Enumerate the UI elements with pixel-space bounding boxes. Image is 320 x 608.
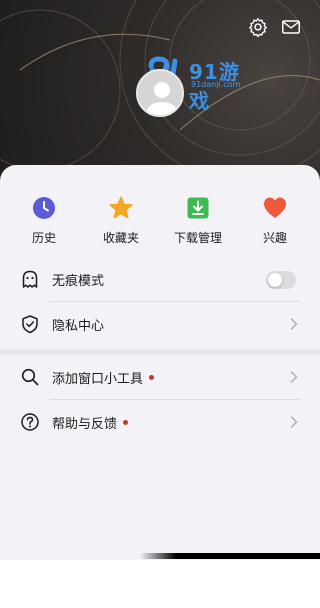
quick-downloads[interactable]: 下载管理 [163, 191, 233, 246]
help-feedback-label: 帮助与反馈 [52, 413, 129, 432]
heart-icon [264, 197, 286, 218]
question-circle-icon [21, 413, 39, 431]
incognito-mode-row[interactable]: 无痕模式 [0, 257, 320, 303]
incognito-mode-label: 无痕模式 [52, 274, 105, 289]
quick-downloads-label: 下载管理 [173, 231, 222, 245]
help-feedback-text: 帮助与反馈 [52, 417, 118, 432]
quick-interests[interactable]: 兴趣 [240, 191, 310, 246]
quick-history[interactable]: 历史 [9, 191, 79, 246]
privacy-center-label: 隐私中心 [52, 319, 105, 334]
watermark-url: 91danji.com [191, 80, 241, 89]
ghost-icon [22, 270, 38, 288]
gear-icon[interactable] [247, 16, 269, 38]
toggle-knob [268, 273, 282, 287]
download-icon [187, 197, 209, 219]
add-widget-text: 添加窗口小工具 [52, 372, 144, 387]
help-feedback-row[interactable]: 帮助与反馈 [0, 400, 320, 446]
shield-check-icon [22, 315, 38, 334]
quick-history-label: 历史 [31, 231, 56, 245]
chevron-right-icon [290, 371, 298, 383]
search-icon [21, 368, 39, 386]
clock-icon [33, 197, 55, 219]
menu-panel: 历史 收藏夹 下载管理 兴趣 无痕模式 隐私中心 添加窗口小工具 帮助与反馈 [0, 165, 320, 560]
avatar[interactable] [136, 69, 184, 117]
quick-favorites-label: 收藏夹 [102, 231, 139, 245]
mail-icon[interactable] [280, 16, 302, 38]
add-widget-label: 添加窗口小工具 [52, 368, 155, 387]
notification-dot [149, 375, 155, 380]
privacy-center-row[interactable]: 隐私中心 [0, 302, 320, 348]
quick-actions: 历史 收藏夹 下载管理 兴趣 [0, 191, 320, 251]
quick-favorites[interactable]: 收藏夹 [86, 191, 156, 246]
add-widget-row[interactable]: 添加窗口小工具 [0, 355, 320, 401]
quick-interests-label: 兴趣 [262, 231, 287, 245]
notification-dot [123, 420, 129, 425]
bottom-edge-shadow [140, 553, 320, 559]
incognito-toggle[interactable] [266, 271, 296, 289]
chevron-right-icon [290, 416, 298, 428]
star-icon [109, 196, 133, 219]
chevron-right-icon [290, 318, 298, 330]
browser-menu-screen: 91游戏 91danji.com 历史 收藏夹 下载管理 兴趣 无痕模式 隐私中… [0, 0, 320, 608]
